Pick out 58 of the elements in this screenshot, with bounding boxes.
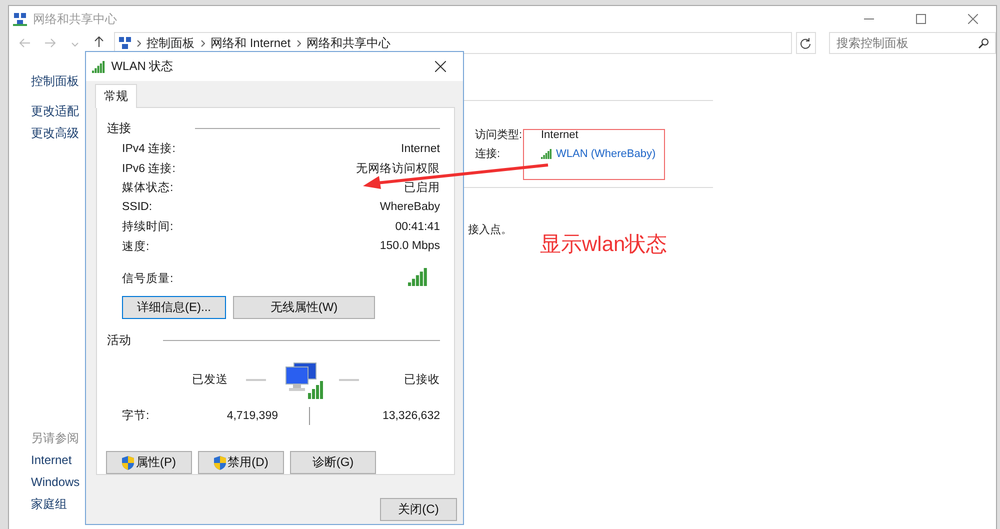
field-value: Internet [401, 142, 440, 155]
refresh-icon [800, 38, 812, 48]
search-field[interactable]: 搜索控制面板 [829, 32, 996, 54]
sent-bytes: 4,719,399 [226, 410, 278, 422]
refresh-button[interactable] [796, 32, 816, 54]
field-label: 信号质量: [122, 272, 174, 286]
breadcrumb-item[interactable]: 网络和共享中心 [306, 34, 391, 52]
field-label: IPv6 连接: [122, 162, 176, 176]
field-label: 持续时间: [122, 220, 174, 234]
bytes-label: 字节: [122, 408, 150, 424]
dialog-button[interactable]: 无线属性(W) [233, 296, 375, 319]
field-label: 媒体状态: [122, 180, 174, 196]
received-bytes: 13,326,632 [381, 410, 440, 422]
field-value: WhereBaby [380, 201, 440, 214]
sent-label: 已发送 [191, 372, 228, 388]
field-value: 无网络访问权限 [356, 161, 440, 176]
dialog-button[interactable]: 属性(P) [106, 451, 192, 474]
close-icon [434, 61, 446, 72]
signal-icon [408, 268, 428, 286]
received-label: 已接收 [403, 372, 440, 388]
field-value: 00:41:41 [395, 220, 440, 233]
dialog-button[interactable]: 诊断(G) [290, 451, 376, 474]
signal-icon [92, 60, 106, 72]
signal-icon [541, 148, 552, 158]
annotation-caption: 显示wlan状态 [540, 232, 668, 258]
search-icon [978, 38, 990, 48]
access-type-value: Internet [541, 128, 578, 140]
shield-icon [214, 456, 226, 470]
dialog-button[interactable]: 禁用(D) [198, 451, 284, 474]
chevron-icon [296, 40, 301, 46]
network-computers-icon [284, 360, 324, 399]
chevron-icon [200, 40, 204, 46]
connection-link[interactable]: WLAN (WhereBaby) [541, 148, 656, 160]
network-icon [118, 37, 130, 49]
chevron-icon [136, 40, 140, 46]
dialog-button[interactable]: 详细信息(E)... [122, 296, 226, 319]
close-icon [968, 14, 978, 24]
connection-label: 连接: [475, 146, 500, 161]
minimize-icon [864, 18, 874, 20]
window-title: 网络和共享中心 [33, 10, 118, 28]
field-label: SSID: [122, 201, 152, 214]
maximize-icon [916, 14, 926, 24]
see-also-heading: 另请参阅 [31, 431, 80, 445]
access-type-label: 访问类型: [475, 128, 522, 142]
field-value: 已启用 [404, 180, 440, 196]
shield-icon [122, 456, 134, 470]
field-value: 150.0 Mbps [380, 240, 440, 252]
dialog-title: WLAN 状态 [111, 58, 174, 75]
network-icon [13, 12, 27, 26]
close-dialog-button[interactable]: 关闭(C) [380, 498, 457, 521]
section-heading: 活动 [107, 332, 131, 349]
breadcrumb-item[interactable]: 控制面板 [146, 34, 194, 52]
tab[interactable]: 常规 [95, 84, 137, 108]
section-heading: 连接 [107, 120, 131, 137]
field-label: IPv4 连接: [122, 142, 176, 156]
breadcrumb-item[interactable]: 网络和 Internet [210, 34, 291, 52]
description-text: 接入点。 [468, 222, 513, 237]
field-label: 速度: [122, 240, 150, 254]
